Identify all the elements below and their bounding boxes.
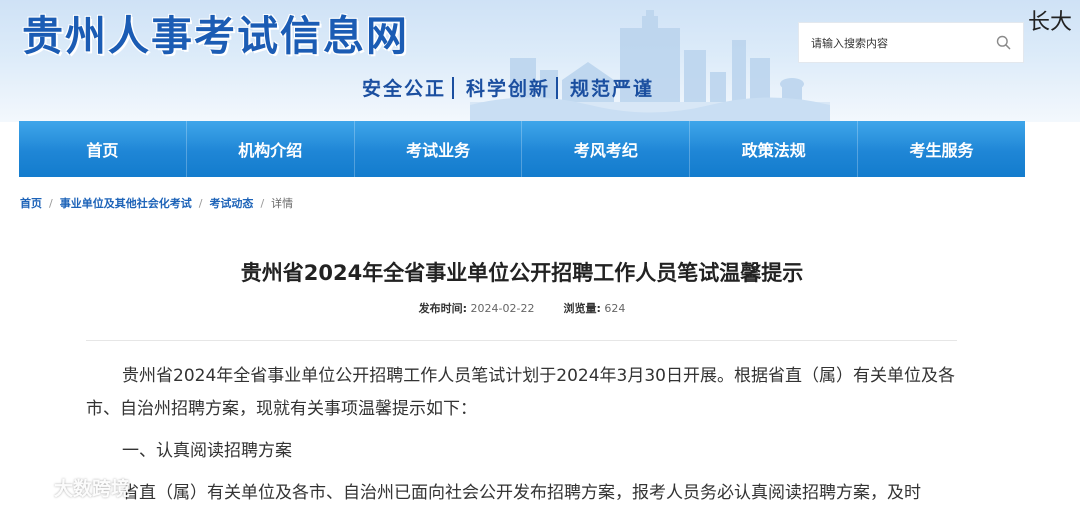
watermark-text: 大数跨境 — [54, 478, 131, 500]
nav-item-candidate-services[interactable]: 考生服务 — [858, 121, 1025, 177]
site-title[interactable]: 贵州人事考试信息网 — [22, 2, 409, 62]
corner-text: 长大 — [1028, 10, 1073, 35]
nav-item-exam-discipline[interactable]: 考风考纪 — [522, 121, 691, 177]
breadcrumb-link-home[interactable]: 首页 — [20, 195, 42, 211]
slogan-item: 安全公正 — [362, 78, 447, 100]
header-banner: 贵州人事考试信息网 安全公正 科学创新 规范严谨 — [0, 0, 1080, 122]
breadcrumb-link-category[interactable]: 事业单位及其他社会化考试 — [60, 195, 192, 211]
view-count-label: 浏览量: — [563, 302, 601, 315]
nav-item-exam-business[interactable]: 考试业务 — [355, 121, 523, 177]
breadcrumb: 首页 / 事业单位及其他社会化考试 / 考试动态 / 详情 — [20, 195, 293, 211]
site-slogan: 安全公正 科学创新 规范严谨 — [362, 74, 654, 101]
search-box — [798, 22, 1024, 64]
article-paragraph: 贵州省2024年全省事业单位公开招聘工作人员笔试计划于2024年3月30日开展。… — [86, 366, 955, 419]
article-body: 贵州省2024年全省事业单位公开招聘工作人员笔试计划于2024年3月30日开展。… — [86, 360, 966, 519]
slogan-item: 规范严谨 — [570, 78, 655, 100]
article-paragraph: 省直（属）有关单位及各市、自治州已面向社会公开发布招聘方案，报考人员务必认真阅读… — [122, 483, 921, 503]
main-nav: 首页 机构介绍 考试业务 考风考纪 政策法规 考生服务 — [19, 121, 1025, 177]
publish-date: 2024-02-22 — [470, 302, 535, 315]
breadcrumb-separator: / — [198, 196, 203, 210]
watermark-logo-icon — [9, 479, 45, 496]
nav-item-home[interactable]: 首页 — [19, 121, 187, 177]
article-title: 贵州省2024年全省事业单位公开招聘工作人员笔试温馨提示 — [240, 261, 804, 285]
slogan-item: 科学创新 — [466, 78, 551, 100]
nav-item-about[interactable]: 机构介绍 — [187, 121, 355, 177]
nav-item-policies[interactable]: 政策法规 — [690, 121, 859, 177]
breadcrumb-current: 详情 — [271, 197, 294, 210]
publish-date-label: 发布时间: — [418, 302, 468, 315]
slogan-separator — [556, 76, 559, 99]
search-icon[interactable] — [996, 35, 1011, 54]
article-heading: 一、认真阅读招聘方案 — [122, 441, 292, 461]
watermark: 大数跨境 — [8, 474, 130, 501]
breadcrumb-separator: / — [260, 196, 265, 210]
search-input[interactable] — [809, 23, 993, 64]
article-divider — [86, 340, 957, 341]
article-meta: 发布时间: 2024-02-22 浏览量: 624 — [0, 300, 1044, 316]
city-skyline-illustration — [470, 10, 830, 122]
breadcrumb-separator: / — [49, 196, 53, 210]
view-count: 624 — [604, 302, 626, 315]
slogan-separator — [452, 76, 455, 99]
breadcrumb-link-news[interactable]: 考试动态 — [209, 195, 253, 211]
